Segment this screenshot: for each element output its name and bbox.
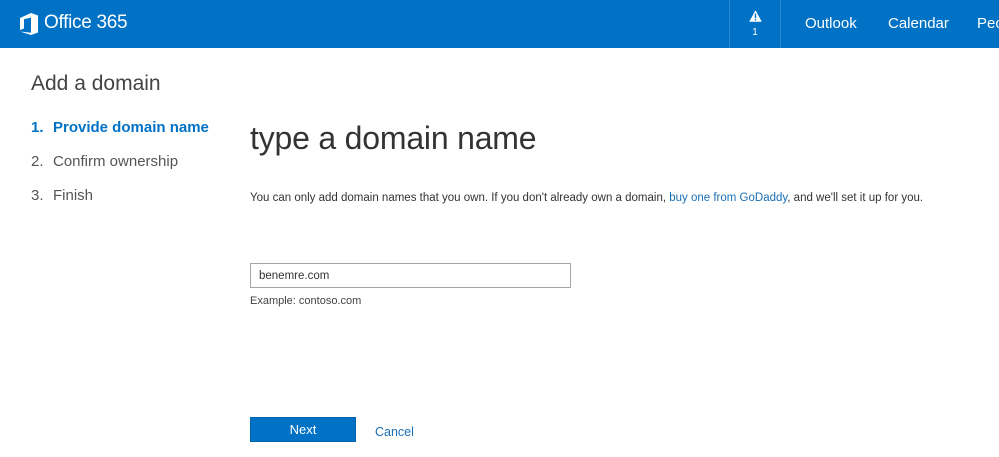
step-label: Confirm ownership — [53, 153, 179, 170]
description: You can only add domain names that you o… — [250, 192, 923, 204]
description-text-end: , and we'll set it up for you. — [787, 192, 924, 204]
brand[interactable]: Office 365 — [20, 0, 128, 48]
input-example-hint: Example: contoso.com — [250, 295, 362, 307]
wizard-step-confirm-ownership: 2. Confirm ownership — [31, 153, 209, 187]
top-bar: Office 365 1 Outlook Calendar People — [0, 0, 999, 48]
page-heading: Add a domain — [31, 72, 161, 95]
godaddy-link[interactable]: buy one from GoDaddy — [669, 192, 787, 204]
step-label: Provide domain name — [53, 119, 209, 136]
domain-name-input[interactable] — [250, 263, 571, 288]
wizard-steps: 1. Provide domain name 2. Confirm ownershi… — [31, 119, 209, 221]
wizard-step-provide-domain: 1. Provide domain name — [31, 119, 209, 153]
nav-people[interactable]: People — [977, 0, 999, 48]
office-logo-icon — [20, 13, 38, 35]
nav-outlook[interactable]: Outlook — [805, 0, 857, 48]
step-number: 3. — [31, 187, 44, 204]
alerts-button[interactable]: 1 — [729, 0, 781, 48]
alert-count: 1 — [752, 27, 758, 38]
step-number: 2. — [31, 153, 44, 170]
main-title: type a domain name — [250, 120, 537, 156]
step-label: Finish — [53, 187, 94, 204]
next-button[interactable]: Next — [250, 417, 356, 442]
step-number: 1. — [31, 119, 44, 136]
description-text: You can only add domain names that you o… — [250, 192, 670, 204]
wizard-step-finish: 3. Finish — [31, 187, 209, 221]
nav-calendar[interactable]: Calendar — [888, 0, 949, 48]
warning-triangle-icon — [748, 10, 762, 22]
cancel-link[interactable]: Cancel — [375, 425, 414, 439]
brand-name: Office 365 — [44, 12, 128, 33]
